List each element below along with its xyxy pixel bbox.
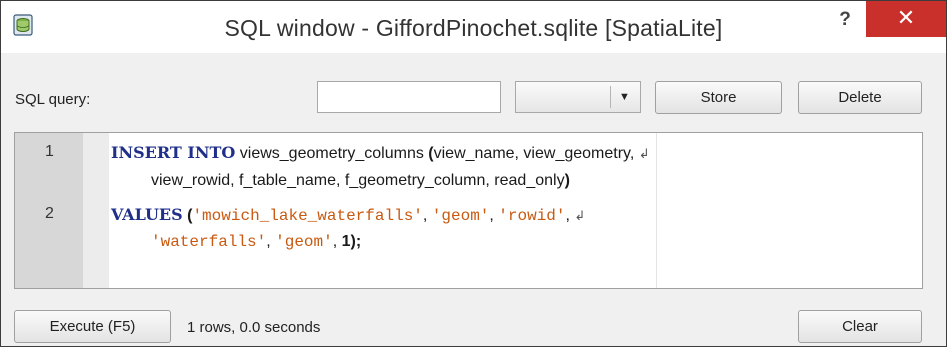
code-line-2: VALUES ('mowich_lake_waterfalls', 'geom'… [111, 205, 585, 225]
delete-button[interactable]: Delete [798, 81, 922, 114]
number-literal: 1 [341, 233, 351, 250]
sql-editor[interactable]: 1 2 INSERT INTO views_geometry_columns (… [14, 132, 923, 289]
wrap-indicator-icon: ↲ [574, 208, 586, 223]
close-icon: ✕ [896, 5, 916, 30]
sql-window: SQL window - GiffordPinochet.sqlite [Spa… [0, 0, 947, 347]
code-text: view_name, view_geometry, [433, 145, 635, 162]
close-button[interactable]: ✕ [866, 1, 946, 37]
string-literal: 'geom' [275, 233, 333, 251]
status-text: 1 rows, 0.0 seconds [187, 319, 321, 336]
comma: , [332, 233, 342, 250]
store-button[interactable]: Store [655, 81, 782, 114]
execute-button[interactable]: Execute (F5) [14, 310, 171, 343]
clear-button[interactable]: Clear [798, 310, 922, 343]
stored-queries-select[interactable]: ▼ [515, 81, 641, 113]
paren: ); [350, 233, 362, 250]
code-text: views_geometry_columns [235, 145, 429, 162]
comma: , [489, 207, 499, 224]
code-line-1: INSERT INTO views_geometry_columns (view… [111, 143, 650, 163]
dropdown-arrow-icon[interactable]: ▼ [619, 91, 630, 103]
wrap-indicator-icon: ↲ [638, 146, 650, 161]
code-line-2-wrapped: 'waterfalls', 'geom', 1); [151, 233, 361, 251]
string-literal: 'waterfalls' [151, 233, 267, 251]
sql-query-label: SQL query: [15, 91, 91, 108]
comma: , [266, 233, 276, 250]
window-title: SQL window - GiffordPinochet.sqlite [Spa… [224, 15, 723, 41]
keyword: VALUES [111, 205, 183, 224]
title-bar[interactable]: SQL window - GiffordPinochet.sqlite [Spa… [1, 1, 946, 53]
line-number: 2 [45, 205, 54, 222]
edge-column-marker [656, 133, 657, 288]
combo-separator [610, 86, 611, 108]
string-literal: 'rowid' [498, 207, 566, 225]
paren: ) [564, 172, 570, 189]
code-line-1-wrapped: view_rowid, f_table_name, f_geometry_col… [151, 172, 570, 190]
keyword: INSERT INTO [111, 143, 236, 162]
fold-margin [83, 133, 109, 288]
query-name-input[interactable] [317, 81, 501, 113]
line-number: 1 [45, 143, 54, 160]
string-literal: 'geom' [431, 207, 490, 225]
code-text: view_rowid, f_table_name, f_geometry_col… [151, 172, 565, 189]
comma: , [422, 207, 432, 224]
help-button[interactable]: ? [833, 9, 857, 33]
string-literal: 'mowich_lake_waterfalls' [192, 207, 423, 225]
